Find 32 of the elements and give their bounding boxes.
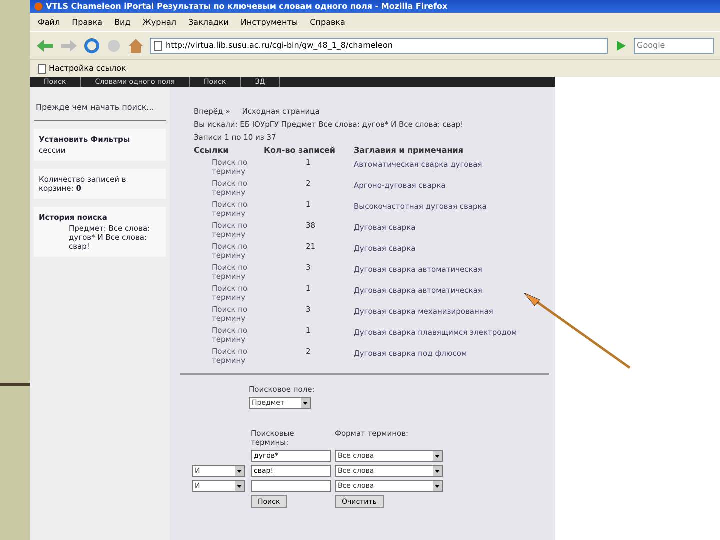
- dropdown-caret-icon: [433, 481, 442, 491]
- column-header: Заглавия и примечания: [354, 146, 464, 155]
- intro-link[interactable]: Прежде чем начать поиск...: [34, 103, 166, 121]
- column-header: Кол-во записей: [264, 146, 337, 155]
- reload-icon[interactable]: [84, 38, 100, 54]
- address-field[interactable]: http://virtua.lib.susu.ac.ru/cgi-bin/gw_48_1_8/chameleon: [150, 38, 608, 54]
- stop-icon[interactable]: [106, 38, 122, 54]
- dropdown-caret-icon: [235, 466, 244, 476]
- dropdown-caret-icon: [235, 481, 244, 491]
- menu-item[interactable]: Вид: [114, 18, 131, 26]
- menu-item[interactable]: Справка: [310, 18, 346, 26]
- search-field[interactable]: Google: [634, 38, 714, 54]
- bookmark-link[interactable]: Настройка ссылок: [49, 64, 126, 73]
- back-arrow-icon[interactable]: [36, 38, 54, 52]
- menu-item[interactable]: Инструменты: [240, 18, 298, 26]
- forward-arrow-icon[interactable]: [60, 38, 78, 52]
- url-text: http://virtua.lib.susu.ac.ru/cgi-bin/gw_48_1_8/chameleon: [166, 41, 393, 50]
- dropdown-caret-icon: [433, 466, 442, 476]
- browser-logo-icon: [34, 2, 43, 11]
- menu-item[interactable]: Журнал: [142, 18, 176, 26]
- menu-item[interactable]: Файл: [38, 18, 60, 26]
- dropdown-caret-icon: [301, 398, 310, 408]
- go-arrow-icon[interactable]: [614, 38, 628, 52]
- column-header: Ссылки: [194, 146, 230, 155]
- page-icon: [154, 40, 162, 50]
- menu-item[interactable]: Закладки: [188, 18, 229, 26]
- page-icon: [38, 64, 46, 74]
- home-icon[interactable]: [128, 38, 144, 54]
- term-field[interactable]: [251, 480, 331, 492]
- window-title: VTLS Chameleon iPortal Результаты по ключевым словам одного поля - Mozilla Firefox: [46, 2, 448, 11]
- menu-item[interactable]: Правка: [72, 18, 103, 26]
- dropdown-caret-icon: [433, 451, 442, 461]
